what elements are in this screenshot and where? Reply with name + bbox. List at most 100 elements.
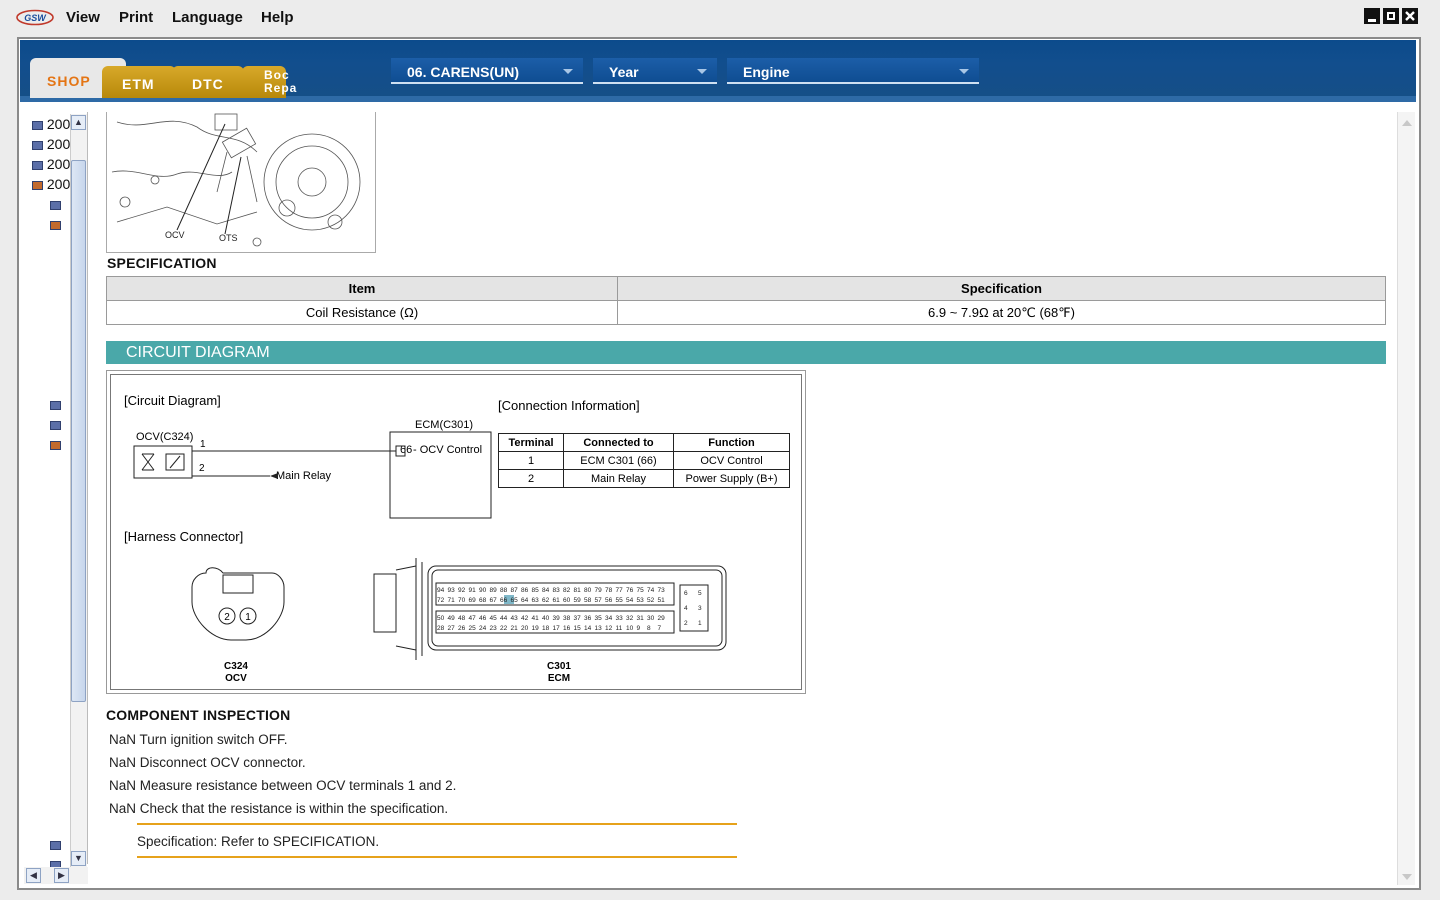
ecm-pin-number: 82: [563, 587, 571, 594]
minimize-button[interactable]: [1364, 8, 1380, 24]
table-cell: OCV Control: [673, 451, 790, 470]
scroll-down-icon[interactable]: [1398, 868, 1416, 886]
ocv-figure-label: OCV: [165, 230, 185, 240]
engine-dropdown-value: Engine: [743, 64, 790, 80]
ecm-pin-number: 28: [437, 625, 445, 632]
ecm-pin-number: 60: [563, 597, 571, 604]
ecm-pin-number: 49: [448, 615, 456, 622]
tree-subitem[interactable]: [50, 836, 61, 852]
ecm-pin-number: 90: [479, 587, 487, 594]
circuit-diagram-heading: CIRCUIT DIAGRAM: [106, 341, 1386, 364]
component-location-figure: OCV OTS: [106, 112, 376, 253]
inspection-step: NaN Turn ignition switch OFF.: [109, 732, 288, 747]
tab-body-repair[interactable]: Boc Repa: [242, 66, 296, 98]
tree-item[interactable]: 200: [32, 136, 70, 152]
ecm-pin-number: 31: [637, 615, 645, 622]
ecm-pin-number: 32: [626, 615, 634, 622]
ecm-pin-number: 27: [448, 625, 456, 632]
ecm-pin-number: 41: [532, 615, 540, 622]
menu-view[interactable]: View: [66, 9, 100, 26]
menu-language[interactable]: Language: [172, 9, 243, 26]
ecm-pin-number: 37: [574, 615, 582, 622]
tree-subitem[interactable]: [50, 416, 61, 432]
ecm-pin-number: 66: [500, 597, 508, 604]
tree-subitem[interactable]: [50, 196, 61, 212]
chevron-down-icon: [563, 69, 573, 74]
ecm-pin-number: 11: [616, 625, 623, 632]
folder-open-icon: [32, 180, 43, 190]
ecm-pin-number: 75: [637, 587, 645, 594]
ecm-side-pin-number: 6: [684, 590, 688, 597]
book-icon: [50, 420, 61, 430]
scroll-right-button[interactable]: ▶: [54, 868, 69, 883]
ecm-pin-number: 46: [479, 615, 487, 622]
table-cell: 1: [498, 451, 564, 470]
table-cell: Power Supply (B+): [673, 469, 790, 488]
connection-info-table: Terminal Connected to Function 1 ECM C30…: [498, 433, 790, 488]
c324-name: OCV: [225, 673, 247, 684]
ecm-side-pin-number: 1: [698, 620, 702, 627]
c301-code: C301: [547, 661, 571, 672]
table-header: Specification: [617, 276, 1386, 301]
c324-pin-2: 2: [224, 612, 230, 623]
ecm-pin-number: 58: [584, 597, 592, 604]
book-icon: [32, 160, 43, 170]
content-vertical-scrollbar[interactable]: [1397, 112, 1415, 885]
engine-dropdown[interactable]: Engine: [727, 58, 979, 84]
table-header: Function: [673, 433, 790, 452]
tab-dtc[interactable]: DTC: [172, 66, 244, 98]
specification-table: Item Specification Coil Resistance (Ω) 6…: [106, 276, 1386, 325]
menu-help[interactable]: Help: [261, 9, 294, 26]
ecm-pin-number: 67: [490, 597, 498, 604]
c301-name: ECM: [548, 673, 570, 684]
ecm-side-pin-number: 3: [698, 605, 702, 612]
ecm-pin-number: 50: [437, 615, 445, 622]
ecm-pin-number: 39: [553, 615, 561, 622]
scroll-left-button[interactable]: ◀: [26, 868, 41, 883]
tree-item[interactable]: 200: [32, 156, 70, 172]
ecm-pin-number: 24: [479, 625, 487, 632]
ecm-pin-number: 43: [511, 615, 519, 622]
ecm-pin-number: 16: [563, 625, 571, 632]
ecm-pin-number: 87: [511, 587, 519, 594]
tree-subitem[interactable]: [50, 216, 61, 232]
ecm-pin-number: 71: [448, 597, 456, 604]
scroll-up-icon[interactable]: [1398, 114, 1416, 132]
menu-print[interactable]: Print: [119, 9, 153, 26]
ecm-pin-number: 70: [458, 597, 466, 604]
tree-item[interactable]: 200: [32, 116, 70, 132]
model-dropdown[interactable]: 06. CARENS(UN): [391, 58, 583, 84]
tree-scroll-thumb[interactable]: [71, 160, 86, 702]
ecm-pin-number: 84: [542, 587, 550, 594]
tree-subitem[interactable]: [50, 436, 61, 452]
maximize-button[interactable]: [1383, 8, 1399, 24]
ecm-pin-number: 38: [563, 615, 571, 622]
ecm-pin-number: 12: [605, 625, 613, 632]
engine-figure: OCV OTS: [111, 113, 361, 247]
ecm-pin-number: 14: [584, 625, 592, 632]
close-button[interactable]: [1402, 8, 1418, 24]
inspection-step: NaN Measure resistance between OCV termi…: [109, 778, 457, 793]
ecm-pin-number: 74: [647, 587, 655, 594]
ecm-pin-number: 68: [479, 597, 487, 604]
scroll-down-button[interactable]: ▼: [71, 851, 86, 866]
tree-subitem[interactable]: [50, 396, 61, 412]
ecm-pin-number: 26: [458, 625, 466, 632]
ecm-pin-number: 23: [490, 625, 498, 632]
ecm-pin-number: 34: [605, 615, 613, 622]
book-icon: [32, 140, 43, 150]
year-dropdown[interactable]: Year: [593, 58, 717, 84]
ecm-pin-number: 18: [542, 625, 550, 632]
ecm-pin-number: 40: [542, 615, 550, 622]
ecm-pin-number: 65: [511, 597, 519, 604]
tree-item[interactable]: 200: [32, 176, 70, 192]
table-cell: 2: [498, 469, 564, 488]
year-dropdown-value: Year: [609, 64, 639, 80]
ecm-pin-number: 57: [595, 597, 603, 604]
tab-etm[interactable]: ETM: [102, 66, 176, 98]
ecm-pin-number: 48: [458, 615, 466, 622]
book-icon: [50, 200, 61, 210]
ecm-pin-number: 94: [437, 587, 445, 594]
scroll-up-button[interactable]: ▲: [71, 115, 86, 130]
chevron-down-icon: [697, 69, 707, 74]
